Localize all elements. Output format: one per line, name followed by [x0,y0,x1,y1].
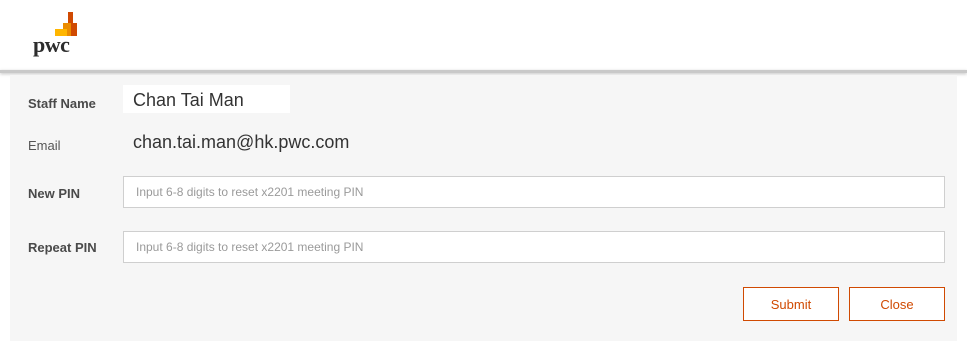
staff-name-value: Chan Tai Man [133,90,244,110]
submit-button[interactable]: Submit [743,287,839,321]
repeat-pin-input[interactable] [123,231,945,263]
staff-name-label: Staff Name [28,96,96,111]
pwc-logo: pwc [33,10,93,58]
logo-text: pwc [33,32,70,57]
repeat-pin-label: Repeat PIN [28,240,97,255]
header-divider [0,70,967,73]
new-pin-label: New PIN [28,186,81,201]
header-bar: pwc [0,0,967,71]
email-label: Email [28,138,61,153]
close-button[interactable]: Close [849,287,945,321]
email-value: chan.tai.man@hk.pwc.com [133,132,350,152]
new-pin-input[interactable] [123,176,945,208]
